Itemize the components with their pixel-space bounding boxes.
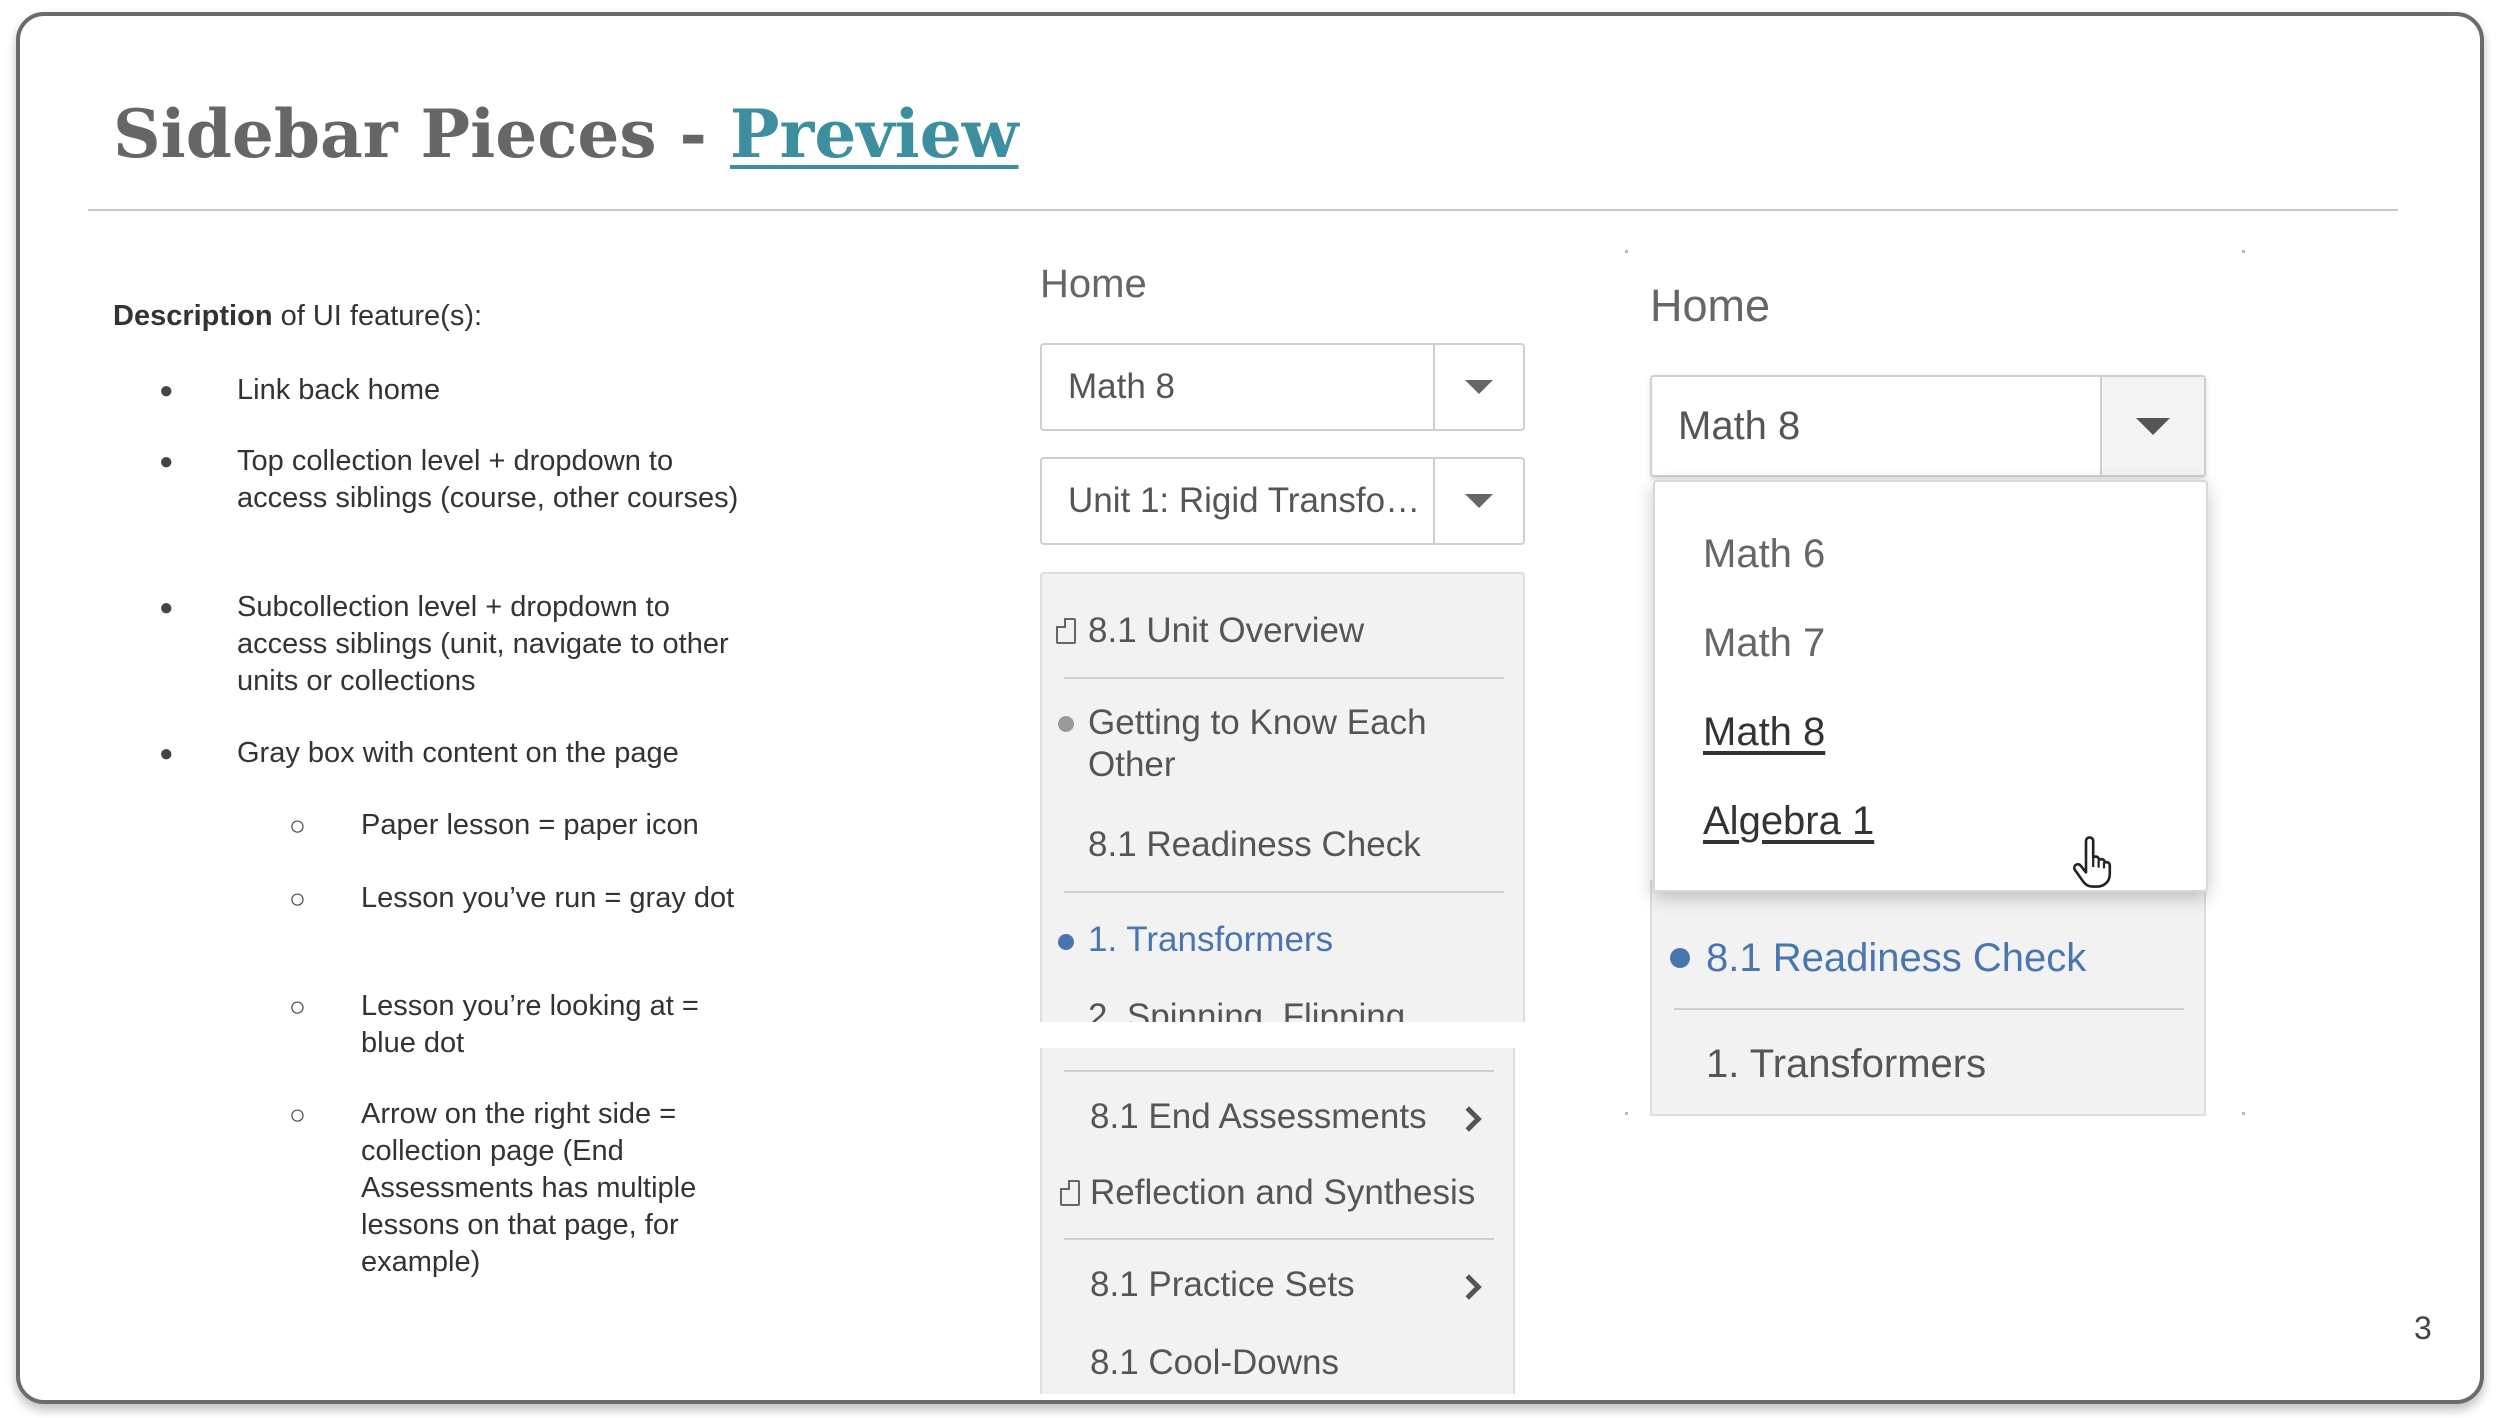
run-lesson-dot [1058,716,1074,732]
sub-bullet-item: ○ Lesson you’re looking at = blue dot [289,990,699,1059]
menu-option-selected[interactable]: Math 8 [1703,710,1825,755]
divider [1064,1070,1494,1072]
content-box-top: 8.1 Unit Overview Getting to Know Each O… [1040,572,1525,1022]
lesson-item[interactable]: 8.1 Readiness Check [1088,824,1421,866]
hand-pointer-icon [2073,836,2112,888]
chevron-right-icon[interactable] [1456,1106,1482,1132]
speck [2242,250,2245,253]
content-box-bottom: 8.1 End Assessments Reflection and Synth… [1040,1048,1515,1394]
lesson-item[interactable]: 1. Transformers [1706,1040,1986,1088]
sub-bullet-item: ○ Paper lesson = paper icon [289,809,699,841]
chevron-right-icon[interactable] [1456,1274,1482,1300]
caret-down-icon[interactable] [1433,459,1523,543]
current-lesson-item[interactable]: 8.1 Readiness Check [1706,934,2086,982]
lesson-item[interactable]: Getting to Know Each Other [1088,702,1488,786]
unit-select[interactable]: Unit 1: Rigid Transfo… [1040,457,1525,545]
menu-option[interactable]: Math 6 [1703,532,1825,577]
sub-bullet-item: ○ Arrow on the right side = collection pa… [289,1098,697,1278]
collection-item[interactable]: 8.1 Cool-Downs [1090,1342,1339,1384]
speck [2242,1112,2245,1115]
course-select-open[interactable]: Math 8 [1650,375,2206,477]
content-box-zoomed: 8.1 Readiness Check 1. Transformers [1650,880,2206,1116]
divider [1064,1238,1494,1240]
lesson-item[interactable]: Reflection and Synthesis [1090,1172,1475,1214]
menu-option-hovered[interactable]: Algebra 1 [1703,799,1874,844]
description-heading: Description of UI feature(s): [113,300,483,332]
home-link[interactable]: Home [1040,262,1147,307]
divider [1064,891,1504,893]
speck [1625,1112,1628,1115]
collection-item[interactable]: 8.1 Practice Sets [1090,1264,1355,1306]
title-divider [88,209,2398,211]
current-lesson-dot [1058,934,1074,950]
divider [1064,677,1504,679]
course-select[interactable]: Math 8 [1040,343,1525,431]
home-link-zoomed[interactable]: Home [1650,280,1770,332]
bullet-item: ● Top collection level + dropdown to acce… [159,445,739,514]
lesson-item[interactable]: 2. Spinning, Flipping, [1088,996,1415,1022]
caret-down-icon[interactable] [1433,345,1523,429]
slide-title: Sidebar Pieces - Preview [113,95,1019,173]
speck [1625,250,1628,253]
page-number: 3 [2414,1310,2432,1346]
bullet-item: ● Subcollection level + dropdown to acces… [159,591,729,697]
current-lesson-dot [1670,948,1690,968]
caret-down-icon[interactable] [2100,377,2204,475]
bullet-item: ● Link back home [159,374,441,406]
menu-option[interactable]: Math 7 [1703,621,1825,666]
lesson-item[interactable]: 8.1 Unit Overview [1088,610,1364,652]
bullet-item: ● Gray box with content on the page [159,737,679,769]
preview-link[interactable]: Preview [730,95,1019,173]
collection-item[interactable]: 8.1 End Assessments [1090,1096,1427,1138]
sub-bullet-item: ○ Lesson you’ve run = gray dot [289,882,735,914]
divider [1674,1008,2184,1010]
course-dropdown-menu: Math 6 Math 7 Math 8 Algebra 1 [1653,480,2208,892]
current-lesson-item[interactable]: 1. Transformers [1088,919,1333,961]
paper-icon [1056,618,1076,644]
paper-icon [1060,1180,1080,1206]
title-prefix: Sidebar Pieces - [113,95,730,173]
